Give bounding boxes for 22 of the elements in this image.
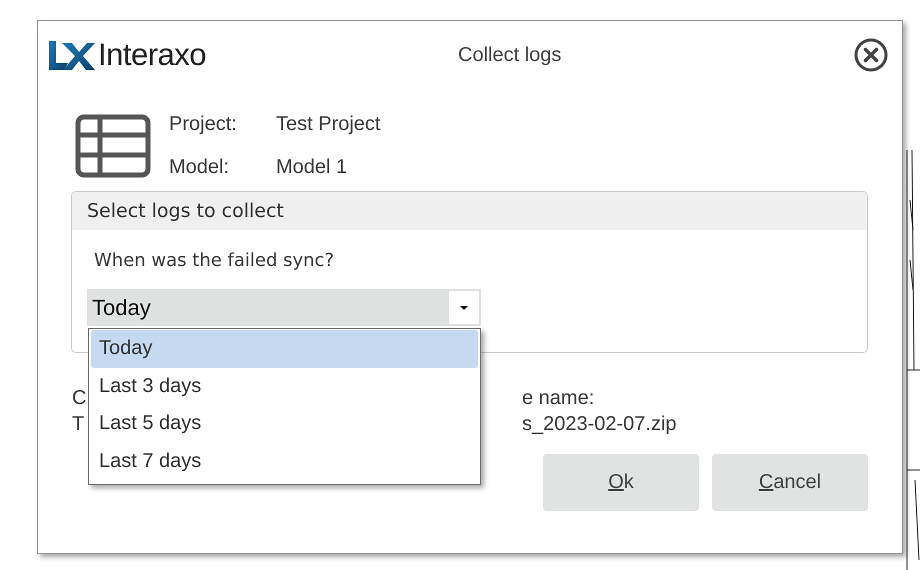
field-value: Model 1 bbox=[276, 156, 348, 179]
output-text: e name: bbox=[522, 386, 594, 411]
output-text: s_2023-02-07.zip bbox=[522, 412, 677, 437]
field-value: Test Project bbox=[276, 113, 380, 136]
field-label: Model: bbox=[169, 156, 230, 179]
close-icon[interactable] bbox=[854, 38, 888, 72]
question-text: When was the failed sync? bbox=[94, 250, 336, 271]
ok-button[interactable]: Ok bbox=[543, 454, 699, 511]
dropdown-option[interactable]: Last 5 days bbox=[91, 405, 478, 442]
dropdown-option[interactable]: Last 7 days bbox=[91, 442, 478, 480]
field-label: Project: bbox=[169, 113, 238, 136]
group-title: Select logs to collect bbox=[72, 192, 867, 230]
dropdown-option[interactable]: Last 3 days bbox=[91, 368, 478, 405]
output-text: T bbox=[72, 412, 84, 437]
dialog-title: Collect logs bbox=[458, 44, 562, 66]
logo-icon bbox=[48, 39, 96, 71]
dropdown-option[interactable]: Today bbox=[91, 330, 478, 368]
output-text: C bbox=[72, 386, 86, 411]
period-dropdown[interactable]: Today bbox=[87, 289, 481, 326]
table-icon bbox=[75, 114, 151, 178]
logo-text: Interaxo bbox=[98, 37, 206, 73]
cancel-button[interactable]: Cancel bbox=[712, 454, 868, 511]
